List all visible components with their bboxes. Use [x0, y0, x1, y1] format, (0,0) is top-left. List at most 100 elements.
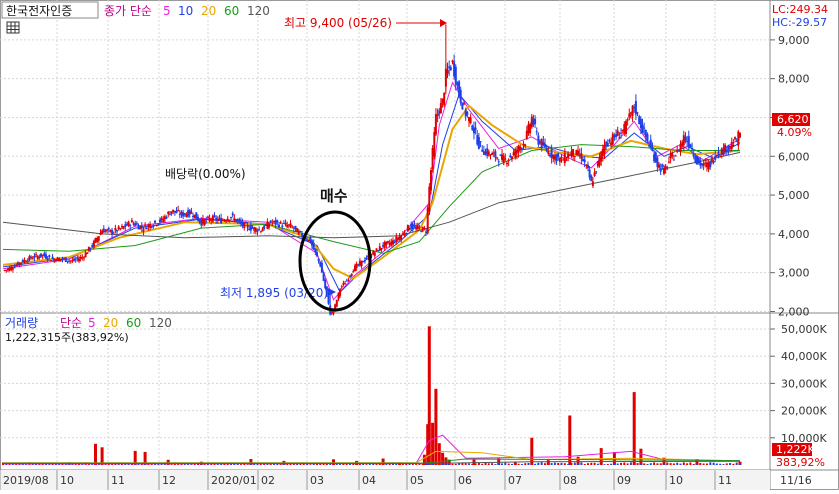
- candle-body: [479, 141, 482, 143]
- symbol-title: 한국전자인증: [6, 4, 72, 18]
- candle-body: [168, 214, 171, 216]
- volume-bar: [448, 463, 451, 465]
- candle-body: [106, 229, 109, 231]
- candle-body: [38, 256, 41, 258]
- volume-title: 거래량: [5, 316, 38, 330]
- candle-body: [322, 272, 325, 281]
- grid-icon[interactable]: [6, 21, 20, 34]
- candle-body: [107, 228, 110, 230]
- candle-body: [163, 216, 166, 220]
- volume-bar: [709, 462, 712, 465]
- volume-bar: [706, 463, 708, 465]
- candle-body: [430, 170, 432, 191]
- volume-bar: [464, 463, 467, 465]
- candle-body: [317, 258, 320, 261]
- candle-body: [620, 132, 622, 134]
- candle-body: [140, 226, 143, 229]
- candle-body: [281, 225, 284, 227]
- candle-body: [154, 220, 156, 223]
- candle-body: [408, 228, 411, 231]
- candle-body: [641, 124, 644, 134]
- candle-body: [135, 223, 138, 225]
- price-ma-legend-item: 5: [163, 4, 171, 18]
- candle-body: [646, 134, 649, 141]
- candle-body: [393, 242, 396, 244]
- candle-body: [258, 229, 261, 231]
- volume-bar: [511, 463, 513, 465]
- volume-bar: [431, 463, 434, 465]
- chart-frame: [0, 0, 839, 490]
- volume-bar: [692, 463, 695, 465]
- candle-body: [350, 273, 353, 276]
- price-indicator-label: 종가 단순: [104, 4, 152, 18]
- volume-bar: [454, 463, 457, 465]
- volume-bar: [520, 464, 523, 465]
- candle-body: [203, 219, 206, 225]
- candle-body: [666, 167, 669, 169]
- volume-bar: [487, 463, 490, 465]
- candle-body: [739, 133, 741, 138]
- candle-body: [228, 220, 231, 221]
- candle-body: [477, 137, 480, 149]
- candle-body: [352, 271, 355, 273]
- volume-ma-legend-item: 20: [103, 316, 118, 330]
- candle-body: [165, 217, 168, 219]
- price-ma-legend-item: 120: [247, 4, 270, 18]
- volume-bar: [732, 463, 735, 465]
- candle-body: [339, 288, 342, 296]
- x-tick-label: 03: [310, 474, 324, 487]
- candle-body: [466, 111, 469, 116]
- candle-body: [112, 232, 115, 234]
- candle-body: [595, 171, 598, 173]
- candle-body: [294, 225, 297, 229]
- volume-bar: [547, 462, 550, 465]
- volume-bar: [679, 463, 682, 465]
- volume-bar: [427, 326, 431, 465]
- candle-body: [86, 253, 89, 254]
- candle-body: [572, 149, 575, 157]
- volume-tick-label: 50,000K: [781, 323, 827, 336]
- candle-body: [454, 66, 457, 85]
- x-tick-label: 08: [563, 474, 577, 487]
- volume-bar: [524, 463, 527, 465]
- candle-body: [363, 259, 366, 262]
- candle-body: [216, 219, 219, 221]
- x-tick-label: 10: [60, 474, 74, 487]
- volume-bar: [739, 463, 741, 465]
- candle-body: [732, 145, 735, 146]
- candle-body: [231, 213, 234, 216]
- candle-body: [130, 220, 133, 223]
- candle-body: [563, 153, 566, 164]
- volume-bar: [606, 464, 609, 465]
- candle-body: [63, 258, 66, 260]
- price-ma-legend-item: 60: [224, 4, 239, 18]
- candle-body: [671, 152, 674, 157]
- candle-body: [206, 216, 209, 218]
- candle-body: [557, 153, 560, 158]
- candle-body: [332, 311, 335, 314]
- candle-body: [387, 241, 389, 243]
- candle-body: [674, 155, 677, 157]
- candle-body: [649, 139, 652, 148]
- volume-bar: [593, 462, 596, 465]
- x-tick-label: 05: [410, 474, 424, 487]
- x-tick-label: 2020/01: [211, 474, 257, 487]
- candle-body: [74, 259, 77, 261]
- candle-body: [712, 161, 715, 163]
- candle-body: [167, 211, 170, 215]
- candle-body: [580, 153, 583, 159]
- volume-bar: [484, 462, 487, 465]
- candle-body: [142, 229, 145, 232]
- candle-body: [616, 130, 619, 136]
- candle-body: [449, 67, 452, 71]
- volume-bar: [365, 464, 368, 465]
- volume-bar: [494, 464, 497, 465]
- price-tick-label: 9,000: [778, 34, 810, 47]
- volume-tick-label: 30,000K: [781, 377, 827, 390]
- candle-body: [651, 147, 654, 151]
- volume-bar: [715, 463, 718, 465]
- candle-body: [524, 144, 527, 146]
- candle-body: [375, 248, 378, 251]
- volume-bar: [504, 462, 507, 465]
- candle-body: [269, 220, 272, 223]
